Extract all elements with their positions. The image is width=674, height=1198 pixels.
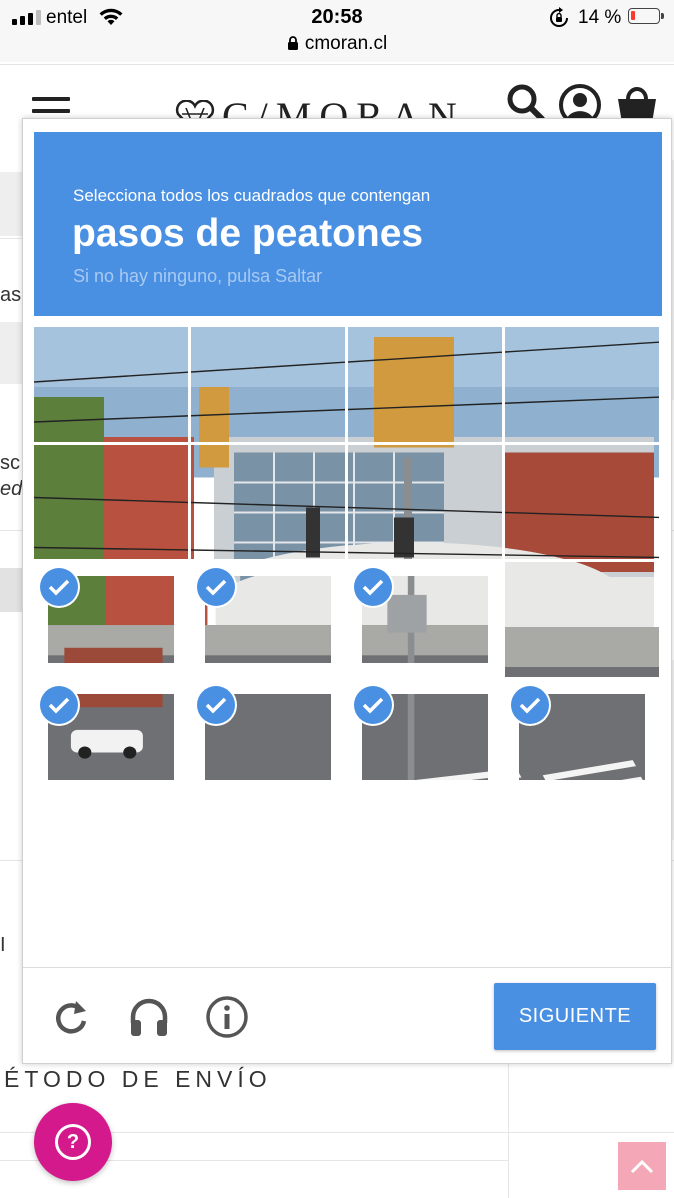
- status-bar: entel 20:58 cmoran.cl 14 %: [0, 0, 674, 62]
- tile-image: [191, 327, 345, 442]
- tile-image: [34, 327, 188, 442]
- info-button[interactable]: [205, 995, 249, 1039]
- captcha-tile[interactable]: [348, 562, 502, 677]
- bg-text-fragment: as: [0, 284, 22, 306]
- bg-panel: [0, 322, 22, 384]
- url-text: cmoran.cl: [304, 33, 388, 54]
- tile-image: [191, 444, 345, 559]
- headphones-icon: [130, 998, 168, 1036]
- captcha-tile[interactable]: [505, 562, 659, 677]
- checkmark-icon: [197, 568, 235, 606]
- chevron-up-icon: [630, 1159, 654, 1174]
- reload-button[interactable]: [49, 995, 93, 1039]
- section-title: ÉTODO DE ENVÍO: [4, 1066, 272, 1092]
- captcha-tile[interactable]: [191, 680, 345, 795]
- question-icon: ?: [55, 1124, 91, 1160]
- captcha-header: Selecciona todos los cuadrados que conte…: [34, 132, 662, 316]
- captcha-image-grid: [34, 327, 662, 797]
- captcha-tile[interactable]: [34, 444, 188, 559]
- bg-text-fragment: ed: [0, 478, 23, 500]
- captcha-tile[interactable]: [34, 680, 188, 795]
- captcha-tile[interactable]: [348, 327, 502, 442]
- captcha-tile[interactable]: [505, 680, 659, 795]
- battery-percent: 14 %: [578, 7, 622, 28]
- captcha-tile[interactable]: [348, 444, 502, 559]
- tile-image: [505, 444, 659, 559]
- captcha-dialog: Selecciona todos los cuadrados que conte…: [22, 118, 672, 1064]
- captcha-target: pasos de peatones: [72, 212, 424, 255]
- tile-image: [505, 327, 659, 442]
- checkmark-icon: [354, 568, 392, 606]
- captcha-tile[interactable]: [34, 562, 188, 677]
- rotation-lock-icon: [550, 7, 568, 27]
- bg-panel: [0, 568, 22, 612]
- tile-image: [505, 562, 659, 677]
- address-bar[interactable]: cmoran.cl: [0, 33, 674, 55]
- captcha-skip-hint: Si no hay ninguno, pulsa Saltar: [73, 266, 323, 286]
- captcha-tile[interactable]: [505, 444, 659, 559]
- reload-icon: [56, 1001, 87, 1034]
- captcha-tile[interactable]: [34, 327, 188, 442]
- captcha-instruction: Selecciona todos los cuadrados que conte…: [73, 186, 431, 205]
- help-button[interactable]: ?: [34, 1103, 112, 1181]
- bg-panel: [0, 172, 22, 236]
- battery-icon: [628, 8, 664, 24]
- tile-image: [348, 327, 502, 442]
- checkmark-icon: [40, 568, 78, 606]
- checkmark-icon: [354, 685, 392, 724]
- search-icon[interactable]: [506, 83, 546, 123]
- lock-icon: [287, 36, 298, 50]
- bg-text-fragment: sc: [0, 452, 20, 474]
- clock: 20:58: [311, 6, 363, 28]
- checkmark-icon: [40, 685, 78, 724]
- captcha-tile[interactable]: [191, 444, 345, 559]
- audio-challenge-button[interactable]: [127, 995, 171, 1039]
- tile-image: [34, 444, 188, 559]
- checkmark-icon: [511, 685, 549, 724]
- bg-divider: [508, 1064, 509, 1198]
- captcha-tile[interactable]: [505, 327, 659, 442]
- captcha-tile[interactable]: [348, 680, 502, 795]
- captcha-tile[interactable]: [191, 562, 345, 677]
- info-icon: [206, 996, 248, 1038]
- next-button[interactable]: SIGUIENTE: [494, 983, 656, 1050]
- scroll-to-top-button[interactable]: [618, 1142, 666, 1190]
- tile-image: [348, 444, 502, 559]
- checkmark-icon: [197, 685, 235, 724]
- captcha-divider: [23, 967, 671, 968]
- captcha-tile[interactable]: [191, 327, 345, 442]
